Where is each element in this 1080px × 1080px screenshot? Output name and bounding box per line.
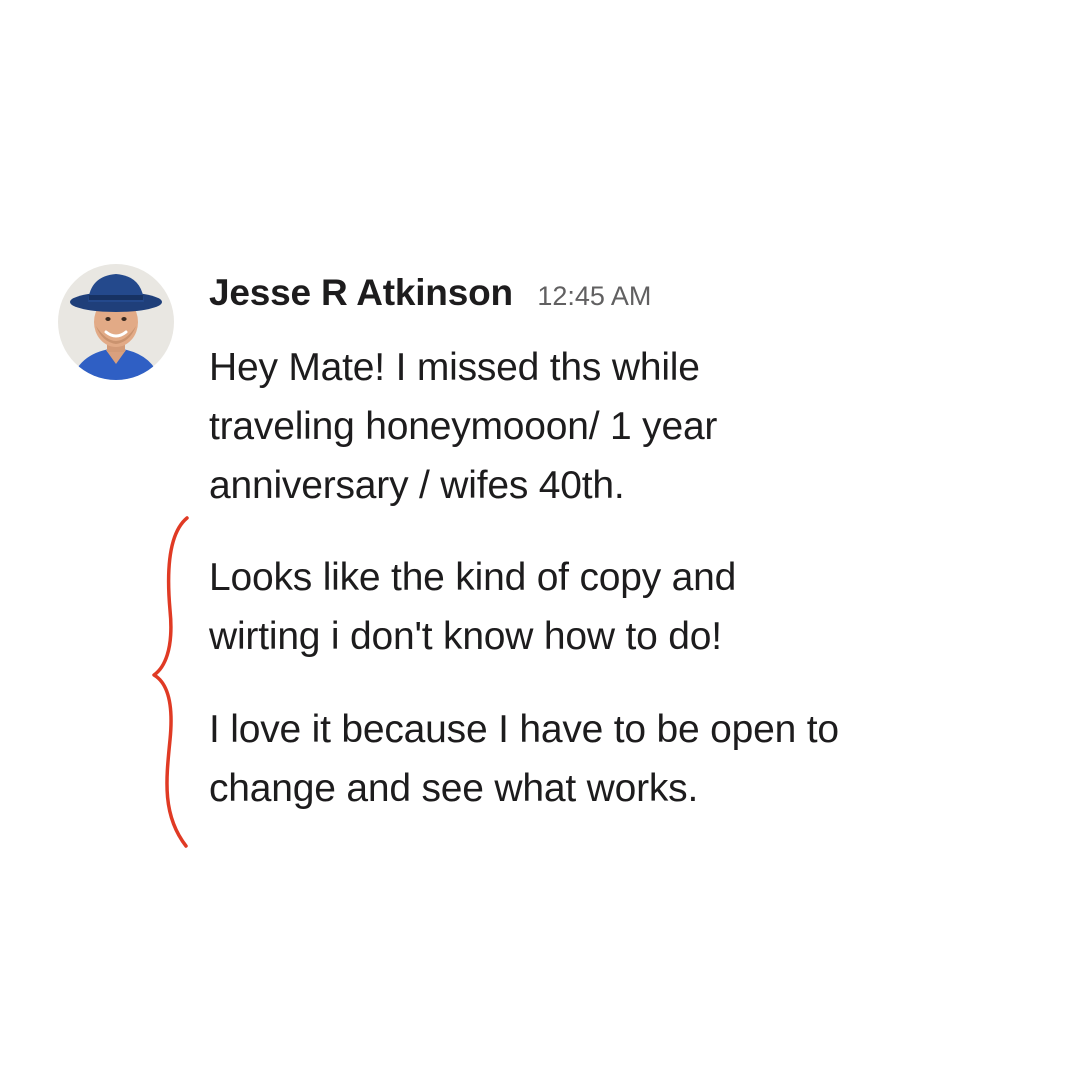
message-paragraph-3: I love it because I have to be open to c… xyxy=(209,708,839,810)
chat-message: Jesse R Atkinson 12:45 AM Hey Mate! I mi… xyxy=(0,0,1080,1080)
message-paragraph-2: Looks like the kind of copy and wirting … xyxy=(209,556,737,658)
profile-photo-icon xyxy=(58,264,174,380)
avatar[interactable] xyxy=(58,264,174,380)
curly-brace-annotation-icon xyxy=(152,516,189,848)
message-paragraph-1: Hey Mate! I missed ths while traveling h… xyxy=(209,346,718,507)
sender-name[interactable]: Jesse R Atkinson xyxy=(209,272,513,313)
message-header: Jesse R Atkinson 12:45 AM xyxy=(209,272,651,320)
timestamp[interactable]: 12:45 AM xyxy=(537,281,651,311)
